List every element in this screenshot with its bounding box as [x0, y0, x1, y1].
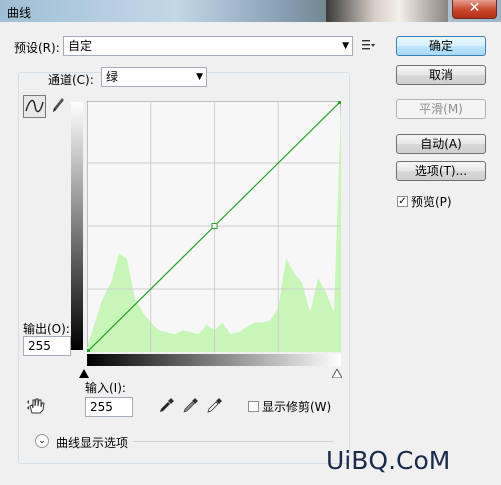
watermark-text: UiBQ.CoM: [326, 446, 451, 475]
clipping-checkbox[interactable]: [248, 401, 259, 412]
expand-options-icon[interactable]: ⌄: [35, 434, 49, 448]
input-label: 输入(I):: [85, 381, 126, 395]
curve-tool-icon[interactable]: [23, 95, 46, 118]
clipping-label: 显示修剪(W): [262, 400, 332, 414]
cancel-button[interactable]: 取消: [396, 65, 486, 85]
curve-control-point: [338, 101, 341, 104]
input-field[interactable]: 255: [85, 397, 133, 417]
white-point-slider[interactable]: [331, 367, 343, 379]
pencil-icon[interactable]: [50, 96, 66, 114]
window-title: 曲线: [7, 6, 32, 20]
black-eyedropper-icon[interactable]: [158, 397, 175, 414]
preview-label: 预览(P): [411, 195, 452, 209]
curve-control-point: [87, 349, 90, 352]
hand-adjust-icon[interactable]: [26, 397, 46, 415]
ok-button[interactable]: 确定: [396, 36, 486, 56]
channel-label: 通道(C):: [48, 73, 94, 87]
gray-eyedropper-icon[interactable]: [182, 397, 199, 414]
options-button[interactable]: 选项(T)...: [396, 161, 486, 181]
display-options-label: 曲线显示选项: [56, 436, 129, 450]
channel-value: 绿: [106, 70, 119, 84]
auto-button[interactable]: 自动(A): [396, 134, 486, 154]
chevron-down-icon: ▼: [196, 72, 203, 82]
preset-label: 预设(R):: [14, 41, 60, 55]
white-eyedropper-icon[interactable]: [206, 397, 223, 414]
smooth-button[interactable]: 平滑(M): [396, 99, 486, 119]
curve-chart[interactable]: [87, 101, 341, 352]
channel-select[interactable]: 绿 ▼: [101, 67, 207, 87]
output-field[interactable]: 255: [23, 336, 71, 356]
close-button[interactable]: ✕: [452, 0, 497, 19]
output-gradient-bar: [71, 102, 83, 350]
list-menu-icon[interactable]: [362, 39, 376, 51]
input-gradient-bar: [87, 354, 341, 366]
chevron-down-icon: ▼: [342, 41, 349, 51]
preset-value: 自定: [68, 39, 93, 53]
curve-control-point: [211, 223, 218, 230]
preset-select[interactable]: 自定 ▼: [63, 36, 353, 56]
separator-line: [133, 441, 333, 442]
black-point-slider[interactable]: [79, 367, 89, 378]
output-label: 输出(O):: [23, 322, 70, 336]
preview-checkbox[interactable]: ✓: [397, 196, 408, 207]
background-photo: [326, 0, 448, 22]
